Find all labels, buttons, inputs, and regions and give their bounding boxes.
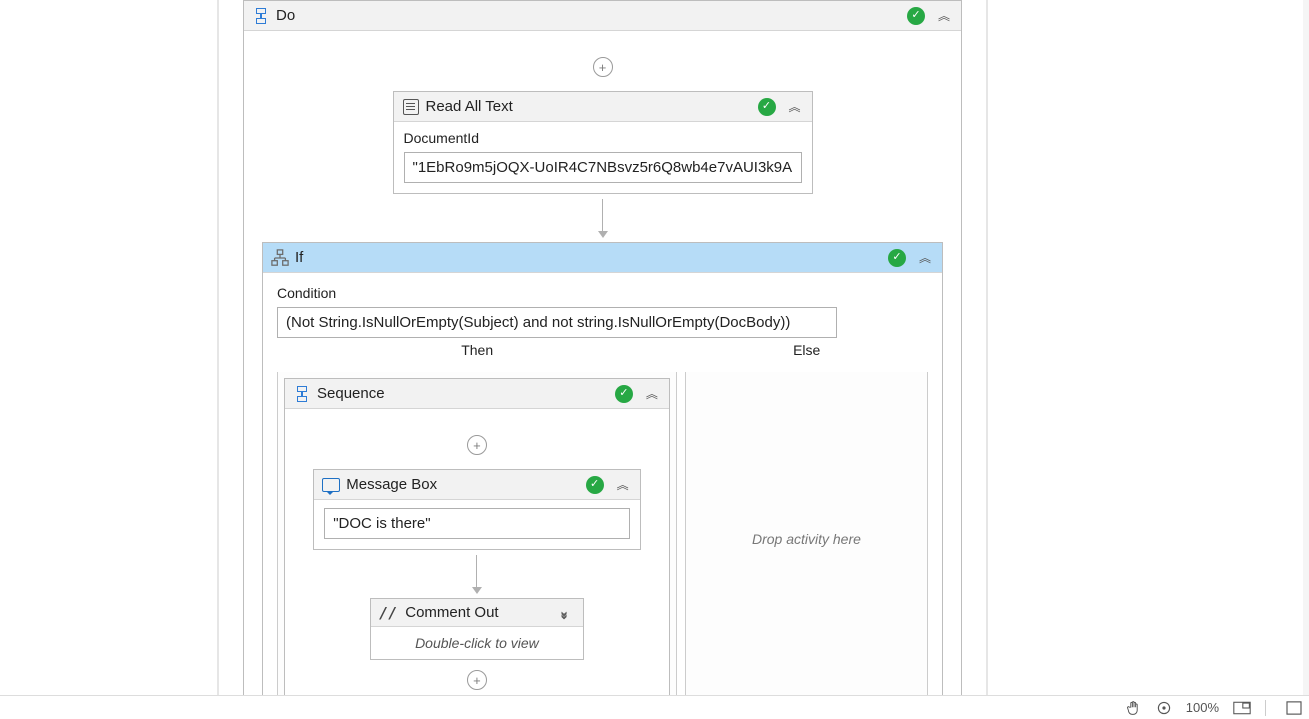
collapse-toggle-icon[interactable]: ︽: [614, 476, 632, 494]
activity-sequence-header[interactable]: Sequence ✓ ︽: [285, 379, 669, 409]
zoom-level[interactable]: 100%: [1186, 700, 1219, 715]
expand-toggle-icon[interactable]: »»: [557, 604, 575, 622]
comment-out-hint: Double-click to view: [371, 627, 583, 659]
pan-tool-icon[interactable]: [1126, 700, 1142, 716]
collapse-toggle-icon[interactable]: ︽: [916, 249, 934, 267]
else-placeholder-text: Drop activity here: [752, 531, 861, 547]
document-id-label: DocumentId: [404, 130, 802, 146]
activity-comment-out-title: Comment Out: [405, 604, 556, 621]
plus-icon[interactable]: +: [593, 57, 613, 77]
file-text-icon: [402, 98, 420, 116]
activity-do-title: Do: [276, 7, 907, 24]
sequence-icon: [293, 385, 311, 403]
insert-activity-seq-bottom[interactable]: +: [299, 670, 655, 690]
message-box-icon: [322, 476, 340, 494]
workflow-designer-surface[interactable]: Do ✓ ︽ + Read All Text ✓ ︽ D: [219, 0, 986, 719]
activity-sequence-title: Sequence: [317, 385, 615, 402]
plus-icon[interactable]: +: [467, 670, 487, 690]
condition-input[interactable]: [277, 307, 837, 338]
insert-activity-seq-top[interactable]: +: [299, 435, 655, 455]
activity-if-title: If: [295, 249, 888, 266]
activity-if-header[interactable]: If ✓ ︽: [263, 243, 942, 273]
validation-ok-icon: ✓: [615, 385, 633, 403]
activity-comment-out[interactable]: // Comment Out »» Double-click to view: [370, 598, 584, 660]
designer-status-bar: 100%: [0, 695, 1309, 719]
validation-ok-icon: ✓: [586, 476, 604, 494]
insert-activity-top[interactable]: +: [258, 57, 947, 77]
statusbar-divider: [1265, 700, 1271, 716]
comment-out-icon: //: [379, 604, 397, 622]
activity-message-box[interactable]: Message Box ✓ ︽: [313, 469, 640, 550]
activity-message-box-title: Message Box: [346, 476, 585, 493]
condition-label: Condition: [277, 285, 928, 301]
sequence-icon: [252, 7, 270, 25]
then-branch-dropzone[interactable]: Sequence ✓ ︽ +: [277, 372, 677, 706]
if-icon: [271, 249, 289, 267]
canvas-right-gutter: [986, 0, 988, 719]
validation-ok-icon: ✓: [888, 249, 906, 267]
canvas-edge: [1303, 0, 1309, 719]
document-id-input[interactable]: [404, 152, 802, 183]
plus-icon[interactable]: +: [467, 435, 487, 455]
activity-comment-out-header[interactable]: // Comment Out »»: [371, 599, 583, 627]
then-branch-label: Then: [277, 340, 677, 364]
message-box-text-input[interactable]: [324, 508, 629, 539]
expand-all-icon[interactable]: [1285, 701, 1303, 715]
overview-map-icon[interactable]: [1233, 701, 1251, 715]
validation-ok-icon: ✓: [758, 98, 776, 116]
collapse-toggle-icon[interactable]: ︽: [935, 7, 953, 25]
activity-message-box-header[interactable]: Message Box ✓ ︽: [314, 470, 639, 500]
collapse-toggle-icon[interactable]: ︽: [643, 385, 661, 403]
activity-read-all-text-header[interactable]: Read All Text ✓ ︽: [394, 92, 812, 122]
activity-read-all-text-title: Read All Text: [426, 98, 758, 115]
flow-connector: [299, 550, 655, 598]
activity-do[interactable]: Do ✓ ︽ + Read All Text ✓ ︽ D: [243, 0, 962, 719]
activity-sequence[interactable]: Sequence ✓ ︽ +: [284, 378, 670, 699]
activity-read-all-text[interactable]: Read All Text ✓ ︽ DocumentId: [393, 91, 813, 194]
collapse-toggle-icon[interactable]: ︽: [786, 98, 804, 116]
flow-connector: [258, 194, 947, 242]
else-branch-label: Else: [685, 340, 928, 364]
validation-ok-icon: ✓: [907, 7, 925, 25]
else-branch-dropzone[interactable]: Drop activity here: [685, 372, 928, 706]
activity-if[interactable]: If ✓ ︽ Condition Then Else: [262, 242, 943, 717]
activity-do-header[interactable]: Do ✓ ︽: [244, 1, 961, 31]
fit-to-screen-icon[interactable]: [1156, 700, 1172, 716]
